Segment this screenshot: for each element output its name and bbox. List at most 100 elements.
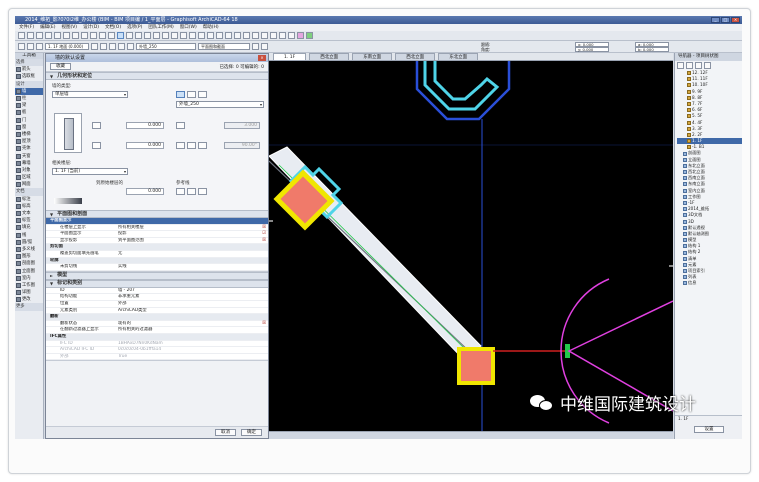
tool-item[interactable]: 立面图 [15,267,43,274]
trim-icon[interactable] [243,32,250,39]
tool-item[interactable]: 工作图 [15,282,43,289]
menu-window[interactable]: 窗口(W) [180,24,197,31]
slant-left-icon[interactable] [176,142,185,149]
drawing-combo[interactable]: 平面图和截面 [198,43,250,50]
geometry-method-icon[interactable] [18,43,25,50]
favorites-button[interactable]: 收藏 [50,63,71,70]
property-check[interactable] [260,314,268,320]
home-story-combo[interactable]: 1. 1F (当前) ▾ [52,168,128,175]
mirror-icon[interactable] [216,32,223,39]
tool-item[interactable]: 线 [15,232,43,239]
save-icon[interactable] [36,32,43,39]
property-value[interactable]: 所有相关楼层 [114,225,260,231]
property-check[interactable] [260,301,268,307]
menu-edit[interactable]: 编辑(E) [40,24,55,31]
property-check[interactable] [260,308,268,314]
property-row[interactable]: 结构功能 非承重元素 [46,294,268,301]
coord-y-field[interactable]: y: 0.000 [575,47,609,52]
tool-item[interactable]: 网面 [15,181,43,188]
property-check[interactable]: ☒ [260,321,268,327]
floor-plan-canvas[interactable] [269,61,673,439]
property-check[interactable]: ☑ [260,231,268,237]
property-check[interactable]: ☒ [260,238,268,244]
property-row[interactable]: IFC ID 1BHAxD7Nn0KdNam [46,341,268,348]
straight-wall-icon[interactable] [176,91,185,98]
pen-icon[interactable] [198,32,205,39]
project-map-icon[interactable] [677,62,684,69]
menu-design[interactable]: 设计(D) [83,24,99,31]
menu-help[interactable]: 帮助(H) [203,24,219,31]
angle-icon[interactable] [127,43,134,50]
slant-icon[interactable] [109,43,116,50]
tool-item[interactable]: 幕墙 [15,160,43,167]
property-check[interactable] [260,218,268,224]
property-row[interactable]: 未剪切线 实线 [46,264,268,271]
tool-item[interactable]: 区域 [15,174,43,181]
view-map-icon[interactable] [686,62,693,69]
tool-item[interactable]: 窗 [15,124,43,131]
menu-document[interactable]: 文档(O) [105,24,121,31]
property-row[interactable]: ID 墙 - 207 [46,288,268,295]
tab-northeast-elevation[interactable]: 东北立面 [438,53,479,60]
structure-icon[interactable] [252,43,259,50]
menu-teamwork[interactable]: 团队工作(M) [148,24,173,31]
tool-item[interactable]: 标签 [15,217,43,224]
maximize-button[interactable]: □ [721,17,730,23]
trapezoid-wall-icon[interactable] [198,91,207,98]
floor-combo[interactable]: 1. 1F 地面 (0.000) [45,43,89,50]
model-section-header[interactable]: ► 模型 [46,271,268,280]
pink-tool-icon[interactable] [297,32,304,39]
offset-field[interactable]: 0.000 [126,188,164,195]
layout-book-icon[interactable] [695,62,702,69]
cover-fill-icon[interactable] [261,43,268,50]
3d-view-icon[interactable] [279,32,286,39]
property-value[interactable]: 1BHAxD7Nn0KdNam [114,341,260,347]
paste-icon[interactable] [72,32,79,39]
offset-field-icon[interactable] [118,43,125,50]
ok-button[interactable]: 确定 [241,429,262,436]
property-row[interactable]: 翻新 [46,314,268,321]
tab-southeast-elevation[interactable]: 东南立面 [352,53,393,60]
grid-icon[interactable] [126,32,133,39]
copy-icon[interactable] [63,32,70,39]
tool-item[interactable]: 标高 [15,203,43,210]
layer-combo-dialog[interactable]: 外墙_250 ▾ [176,101,264,108]
tool-item[interactable]: 楼梯 [15,131,43,138]
floorplan-section-header[interactable]: ▼ 平面图和剖面 [46,210,268,218]
tool-item[interactable]: 对象 [15,167,43,174]
open-icon[interactable] [27,32,34,39]
rotate-icon[interactable] [207,32,214,39]
property-value[interactable]: 到平面图范围 [114,238,260,244]
layer-combo[interactable]: 外墙_250 [136,43,196,50]
property-row[interactable]: ArchiCAD IFC ID 0c0c0c04-0b1fffa14 [46,347,268,354]
elevate-icon[interactable] [225,32,232,39]
offset-icon[interactable] [234,32,241,39]
menu-options[interactable]: 选项(P) [127,24,142,31]
property-check[interactable] [260,354,268,360]
property-check[interactable] [260,327,268,333]
tool-item[interactable]: 墙 [15,87,43,95]
property-value[interactable] [114,258,260,264]
pan-icon[interactable] [180,32,187,39]
tool-item[interactable]: 梁 [15,102,43,109]
fillet-icon[interactable] [261,32,268,39]
tool-item[interactable]: 更改 [15,296,43,303]
tool-item[interactable]: 室内 [15,275,43,282]
property-value[interactable]: True [114,354,260,360]
property-value[interactable]: 墙 - 207 [114,288,260,294]
menu-file[interactable]: 文件(F) [19,24,34,31]
tool-item[interactable]: 门 [15,117,43,124]
thickness-icon[interactable] [91,43,98,50]
tool-item[interactable]: 详图 [15,289,43,296]
property-value[interactable]: 0c0c0c04-0b1fffa14 [114,347,260,353]
tab-floor-plan[interactable]: 1. 1F [273,53,307,60]
property-check[interactable] [260,334,268,340]
bottom-field[interactable]: 0.000 [126,142,164,149]
tool-item[interactable]: 多义线 [15,246,43,253]
property-value[interactable] [114,244,260,250]
cut-icon[interactable] [54,32,61,39]
tool-item[interactable]: 标注 [15,196,43,203]
property-value[interactable]: 外部 [114,301,260,307]
property-value[interactable]: 无 [114,251,260,257]
menu-view[interactable]: 视图(V) [61,24,77,31]
